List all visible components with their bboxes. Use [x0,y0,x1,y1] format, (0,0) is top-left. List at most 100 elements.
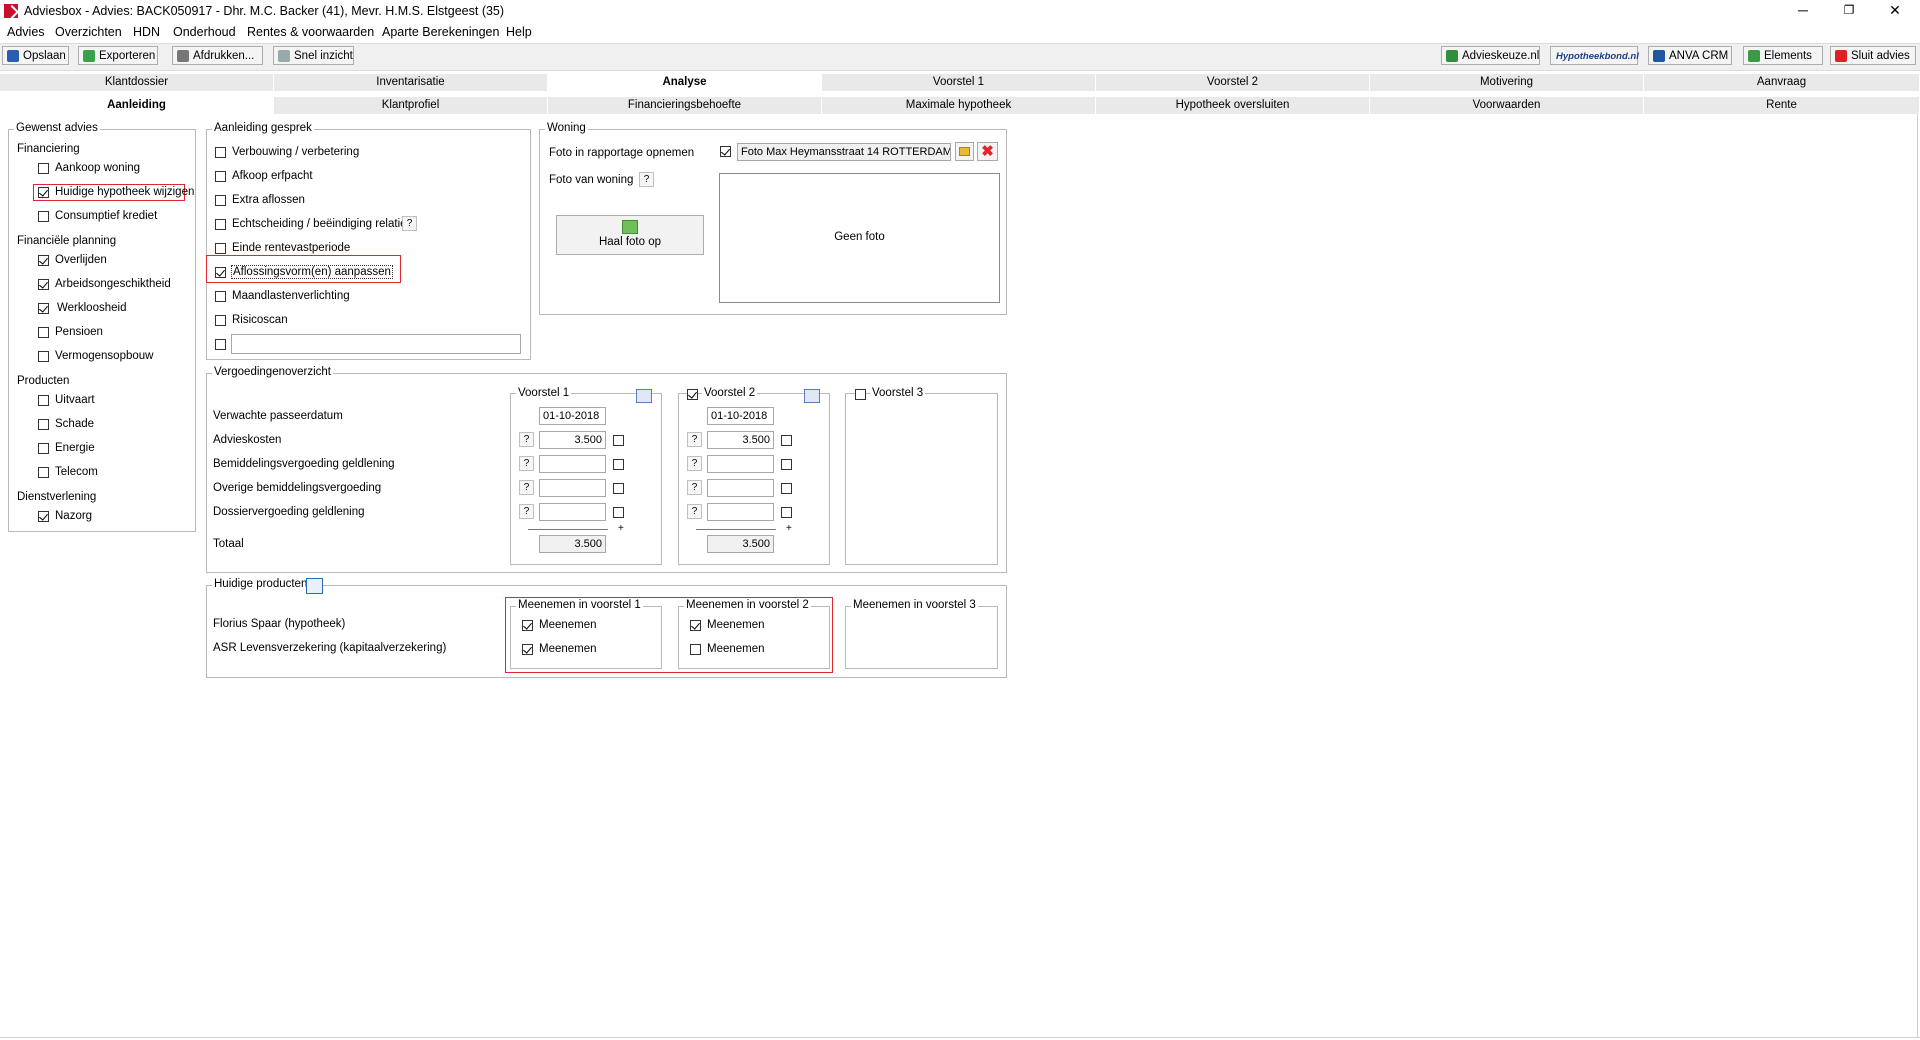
voorstel3-checkbox[interactable] [855,389,866,400]
menu-help[interactable]: Help [506,25,532,39]
foto-rapportage-checkbox[interactable] [720,146,731,157]
uitvaart-checkbox[interactable] [38,395,49,406]
v2-dossier-input[interactable] [707,503,774,521]
menu-overzichten[interactable]: Overzichten [55,25,122,39]
florius-v1-checkbox[interactable] [522,620,533,631]
v2-dossier-help[interactable]: ? [687,504,702,519]
browse-folder-button[interactable] [955,142,974,161]
extra-aflossen-checkbox[interactable] [215,195,226,206]
v2-bemiddeling-help[interactable]: ? [687,456,702,471]
v1-advies-help[interactable]: ? [519,432,534,447]
energie-checkbox[interactable] [38,443,49,454]
v1-bemiddeling-checkbox[interactable] [613,459,624,470]
v1-bemiddeling-help[interactable]: ? [519,456,534,471]
florius-v2-checkbox[interactable] [690,620,701,631]
v1-dossier-help[interactable]: ? [519,504,534,519]
aankoop-label: Aankoop woning [55,162,141,174]
delete-photo-button[interactable]: ✖ [977,142,998,161]
v2-overige-input[interactable] [707,479,774,497]
tab-aanvraag[interactable]: Aanvraag [1644,74,1920,91]
v2-advieskosten-input[interactable]: 3.500 [707,431,774,449]
copy-voorstel1-icon[interactable] [636,389,652,403]
v1-advieskosten-input[interactable]: 3.500 [539,431,606,449]
menu-rentes[interactable]: Rentes & voorwaarden [247,25,374,39]
overlijden-checkbox[interactable] [38,255,49,266]
other-checkbox[interactable] [215,339,226,350]
vermogen-checkbox[interactable] [38,351,49,362]
close-advice-button[interactable]: Sluit advies [1830,46,1916,65]
menu-onderhoud[interactable]: Onderhoud [173,25,236,39]
einde-rentevast-checkbox[interactable] [215,243,226,254]
maandlasten-checkbox[interactable] [215,291,226,302]
tab-hypotheek-oversluiten[interactable]: Hypotheek oversluiten [1096,97,1370,114]
anva-crm-button[interactable]: ANVA CRM [1648,46,1732,65]
telecom-checkbox[interactable] [38,467,49,478]
v1-overige-help[interactable]: ? [519,480,534,495]
v2-bemiddeling-checkbox[interactable] [781,459,792,470]
v2-advies-checkbox[interactable] [781,435,792,446]
export-button[interactable]: Exporteren [78,46,158,65]
v1-dossier-input[interactable] [539,503,606,521]
tab-voorstel-2[interactable]: Voorstel 2 [1096,74,1370,91]
copy-voorstel2-icon[interactable] [804,389,820,403]
menu-aparte-berekeningen[interactable]: Aparte Berekeningen [382,25,499,39]
tab-rente[interactable]: Rente [1644,97,1920,114]
tab-aanleiding[interactable]: Aanleiding [0,97,274,114]
close-button[interactable]: ✕ [1872,0,1918,22]
v2-bemiddeling-input[interactable] [707,455,774,473]
menu-advies[interactable]: Advies [7,25,45,39]
tab-analyse[interactable]: Analyse [548,74,822,91]
echtscheiding-help-button[interactable]: ? [402,216,417,231]
arbeid-checkbox[interactable] [38,279,49,290]
tab-inventarisatie[interactable]: Inventarisatie [274,74,548,91]
edit-products-icon[interactable] [306,578,323,594]
afkoop-erfpacht-checkbox[interactable] [215,171,226,182]
tab-financieringsbehoefte[interactable]: Financieringsbehoefte [548,97,822,114]
tab-motivering[interactable]: Motivering [1370,74,1644,91]
asr-v2-checkbox[interactable] [690,644,701,655]
minimize-button[interactable]: ─ [1780,0,1826,22]
schade-checkbox[interactable] [38,419,49,430]
v2-advies-help[interactable]: ? [687,432,702,447]
other-reason-input[interactable] [231,334,521,354]
menu-hdn[interactable]: HDN [133,25,160,39]
echtscheiding-checkbox[interactable] [215,219,226,230]
haal-foto-button[interactable]: Haal foto op [556,215,704,255]
tab-voorstel-1[interactable]: Voorstel 1 [822,74,1096,91]
v1-advies-checkbox[interactable] [613,435,624,446]
aankoop-checkbox[interactable] [38,163,49,174]
save-button[interactable]: Opslaan [2,46,69,65]
consumptief-checkbox[interactable] [38,211,49,222]
tab-maximale-hypotheek[interactable]: Maximale hypotheek [822,97,1096,114]
asr-v1-checkbox[interactable] [522,644,533,655]
quick-insight-button[interactable]: Snel inzicht [273,46,354,65]
nazorg-checkbox[interactable] [38,511,49,522]
risicoscan-checkbox[interactable] [215,315,226,326]
v1-bemiddeling-input[interactable] [539,455,606,473]
tab-klantprofiel[interactable]: Klantprofiel [274,97,548,114]
v2-overige-help[interactable]: ? [687,480,702,495]
werkloosheid-checkbox[interactable] [38,303,49,314]
voorstel2-checkbox[interactable] [687,389,698,400]
v1-passeerdatum-input[interactable]: 01-10-2018 [539,407,606,425]
v1-overige-input[interactable] [539,479,606,497]
verbouwing-checkbox[interactable] [215,147,226,158]
restore-button[interactable]: ❐ [1826,0,1872,22]
v2-dossier-checkbox[interactable] [781,507,792,518]
advieskeuze-button[interactable]: Advieskeuze.nl [1441,46,1540,65]
foto-woning-help-button[interactable]: ? [639,172,654,187]
tab-klantdossier[interactable]: Klantdossier [0,74,274,91]
pensioen-checkbox[interactable] [38,327,49,338]
hypotheekbond-button[interactable]: Hypotheekbond.nl [1550,46,1639,65]
huidige-hypotheek-checkbox[interactable] [38,187,49,198]
tab-voorwaarden[interactable]: Voorwaarden [1370,97,1644,114]
v2-passeerdatum-input[interactable]: 01-10-2018 [707,407,774,425]
v1-dossier-checkbox[interactable] [613,507,624,518]
v1-overige-checkbox[interactable] [613,483,624,494]
aflossingsvorm-checkbox[interactable] [215,267,226,278]
print-button[interactable]: Afdrukken... [172,46,263,65]
elements-button[interactable]: Elements [1743,46,1823,65]
foto-file-field[interactable]: Foto Max Heymansstraat 14 ROTTERDAM.jpg [737,143,951,161]
arbeid-label: Arbeidsongeschiktheid [55,278,171,290]
v2-overige-checkbox[interactable] [781,483,792,494]
